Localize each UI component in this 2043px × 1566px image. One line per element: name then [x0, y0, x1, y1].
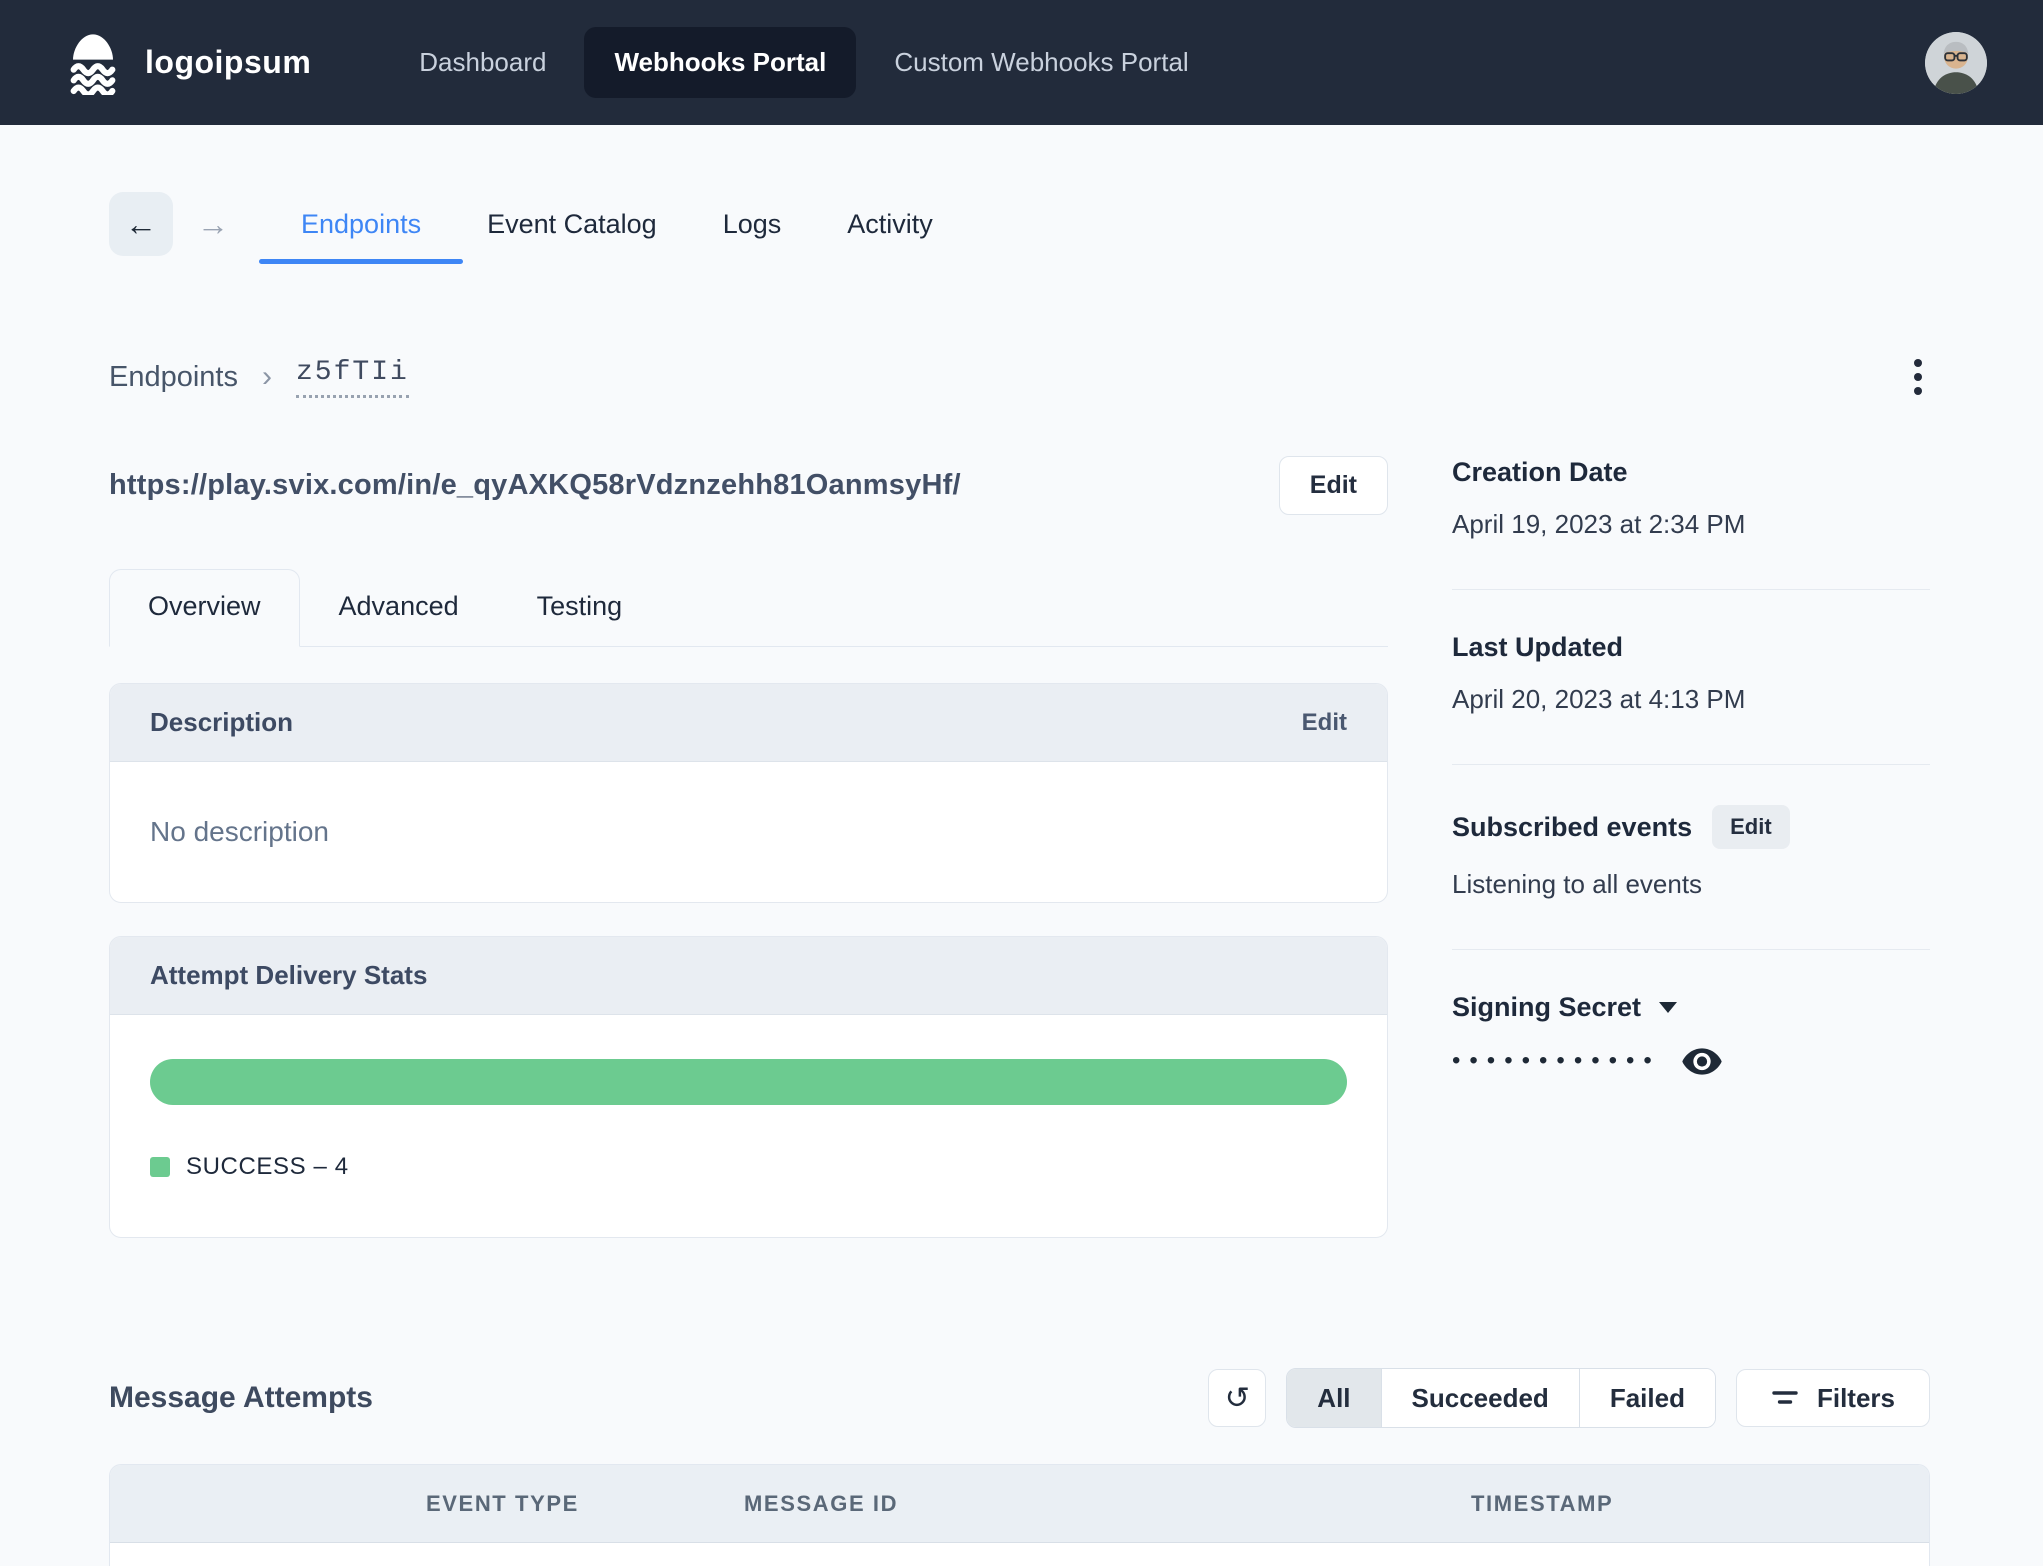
tab-testing[interactable]: Testing — [498, 569, 662, 646]
last-updated-value: April 20, 2023 at 4:13 PM — [1452, 684, 1746, 714]
endpoint-url: https://play.svix.com/in/e_qyAXKQ58rVdzn… — [109, 468, 961, 501]
breadcrumb-chevron-icon: › — [262, 360, 272, 393]
message-attempts-title: Message Attempts — [109, 1381, 373, 1414]
tab-event-catalog[interactable]: Event Catalog — [487, 209, 657, 240]
brand-logo[interactable]: logoipsum — [61, 31, 311, 95]
column-header-message-id: MESSAGE ID — [744, 1490, 899, 1516]
subscribed-events-section: Subscribed events Edit Listening to all … — [1452, 764, 1930, 949]
success-bar-fill — [150, 1059, 1347, 1105]
filters-button[interactable]: Filters — [1735, 1369, 1930, 1427]
portal-tabs: Endpoints Event Catalog Logs Activity — [258, 209, 933, 264]
delivery-stats-header: Attempt Delivery Stats — [110, 937, 1387, 1015]
subscribed-events-value: Listening to all events — [1452, 869, 1703, 899]
endpoint-meta-sidebar: Creation Date April 19, 2023 at 2:34 PM … — [1452, 455, 1930, 1124]
table-row[interactable]: ✓ Succeeded invoice.created msg_2cJyg8l1… — [110, 1543, 1929, 1566]
signing-secret-section: Signing Secret •••••••••••• — [1452, 949, 1930, 1124]
nav-item-custom-webhooks-portal[interactable]: Custom Webhooks Portal — [864, 27, 1218, 98]
filters-button-label: Filters — [1816, 1382, 1895, 1413]
attempts-filter-segmented: All Succeeded Failed — [1286, 1368, 1716, 1428]
tab-activity[interactable]: Activity — [847, 209, 933, 240]
main-grid: https://play.svix.com/in/e_qyAXKQ58rVdzn… — [109, 455, 1930, 1238]
portal-tab-bar: ← → Endpoints Event Catalog Logs Activit… — [109, 189, 1930, 264]
detail-tabs: Overview Advanced Testing — [109, 569, 1388, 647]
subscribed-events-row: Subscribed events Edit — [1452, 805, 1930, 849]
edit-subscribed-events-button[interactable]: Edit — [1712, 805, 1790, 849]
navbar-links: Dashboard Webhooks Portal Custom Webhook… — [389, 27, 1218, 98]
filter-icon — [1772, 1391, 1798, 1404]
edit-url-button[interactable]: Edit — [1278, 455, 1388, 515]
avatar-photo — [1925, 31, 1987, 94]
user-avatar[interactable] — [1925, 31, 1987, 94]
refresh-icon: ↺ — [1224, 1380, 1250, 1416]
column-header-event-type: EVENT TYPE — [426, 1490, 579, 1516]
filter-failed[interactable]: Failed — [1578, 1369, 1715, 1427]
nav-item-webhooks-portal[interactable]: Webhooks Portal — [584, 27, 857, 98]
webhooks-portal-page: logoipsum Dashboard Webhooks Portal Cust… — [0, 0, 2043, 1566]
success-legend-label: SUCCESS – 4 — [186, 1153, 349, 1180]
signing-secret-toggle[interactable]: Signing Secret — [1452, 990, 1930, 1024]
endpoint-url-row: https://play.svix.com/in/e_qyAXKQ58rVdzn… — [109, 455, 1388, 515]
kebab-icon — [1914, 359, 1922, 367]
breadcrumb: Endpoints › z5fTIi — [109, 351, 1930, 403]
delivery-stats-body: SUCCESS – 4 — [110, 1015, 1387, 1237]
breadcrumb-endpoints-link[interactable]: Endpoints — [109, 361, 238, 394]
last-updated-label: Last Updated — [1452, 632, 1624, 662]
tab-logs[interactable]: Logs — [723, 209, 782, 240]
table-header-row: EVENT TYPE MESSAGE ID TIMESTAMP — [110, 1465, 1929, 1543]
description-card-header: Description Edit — [110, 684, 1387, 762]
page-content: ← → Endpoints Event Catalog Logs Activit… — [0, 189, 2043, 1566]
description-card: Description Edit No description — [109, 683, 1388, 903]
message-attempts-table: EVENT TYPE MESSAGE ID TIMESTAMP ✓ Succee… — [109, 1464, 1930, 1566]
tab-advanced[interactable]: Advanced — [300, 569, 498, 646]
forward-button[interactable]: → — [181, 192, 245, 256]
back-arrow-icon: ← — [125, 205, 157, 242]
success-bar — [150, 1059, 1347, 1105]
nav-item-dashboard[interactable]: Dashboard — [389, 27, 576, 98]
creation-date-section: Creation Date April 19, 2023 at 2:34 PM — [1452, 455, 1930, 589]
creation-date-label: Creation Date — [1452, 457, 1628, 487]
attempts-controls: ↺ All Succeeded Failed Filters — [1208, 1368, 1930, 1428]
subscribed-events-label: Subscribed events — [1452, 812, 1693, 842]
signing-secret-masked-value: •••••••••••• — [1452, 1047, 1661, 1074]
column-header-timestamp: TIMESTAMP — [1471, 1490, 1614, 1516]
last-updated-section: Last Updated April 20, 2023 at 4:13 PM — [1452, 589, 1930, 764]
back-button[interactable]: ← — [109, 192, 173, 256]
eye-icon — [1682, 1047, 1722, 1075]
reveal-secret-button[interactable] — [1681, 1047, 1723, 1076]
brand-name: logoipsum — [145, 44, 312, 80]
signing-secret-row: •••••••••••• — [1452, 1046, 1930, 1076]
tab-endpoints[interactable]: Endpoints — [258, 209, 464, 264]
logoipsum-icon — [70, 33, 116, 95]
tab-overview[interactable]: Overview — [109, 569, 300, 647]
refresh-button[interactable]: ↺ — [1208, 1369, 1267, 1427]
chevron-down-icon — [1659, 1001, 1678, 1013]
forward-arrow-icon: → — [197, 205, 229, 242]
edit-description-button[interactable]: Edit — [1302, 709, 1347, 737]
filter-all[interactable]: All — [1287, 1369, 1381, 1427]
delivery-stats-title: Attempt Delivery Stats — [150, 960, 428, 990]
message-attempts-header: Message Attempts ↺ All Succeeded Failed … — [109, 1368, 1930, 1428]
signing-secret-label: Signing Secret — [1452, 992, 1642, 1022]
stats-legend: SUCCESS – 4 — [150, 1153, 1347, 1181]
success-swatch-icon — [150, 1157, 170, 1177]
top-navbar: logoipsum Dashboard Webhooks Portal Cust… — [0, 0, 2043, 125]
delivery-stats-card: Attempt Delivery Stats SUCCESS – 4 — [109, 936, 1388, 1238]
description-title: Description — [150, 707, 294, 737]
filter-succeeded[interactable]: Succeeded — [1380, 1369, 1579, 1427]
creation-date-value: April 19, 2023 at 2:34 PM — [1452, 509, 1746, 539]
breadcrumb-endpoint-id[interactable]: z5fTIi — [296, 357, 409, 398]
endpoint-detail-column: https://play.svix.com/in/e_qyAXKQ58rVdzn… — [109, 455, 1388, 1238]
endpoint-menu-button[interactable] — [1906, 351, 1930, 403]
description-empty-text: No description — [150, 816, 329, 847]
